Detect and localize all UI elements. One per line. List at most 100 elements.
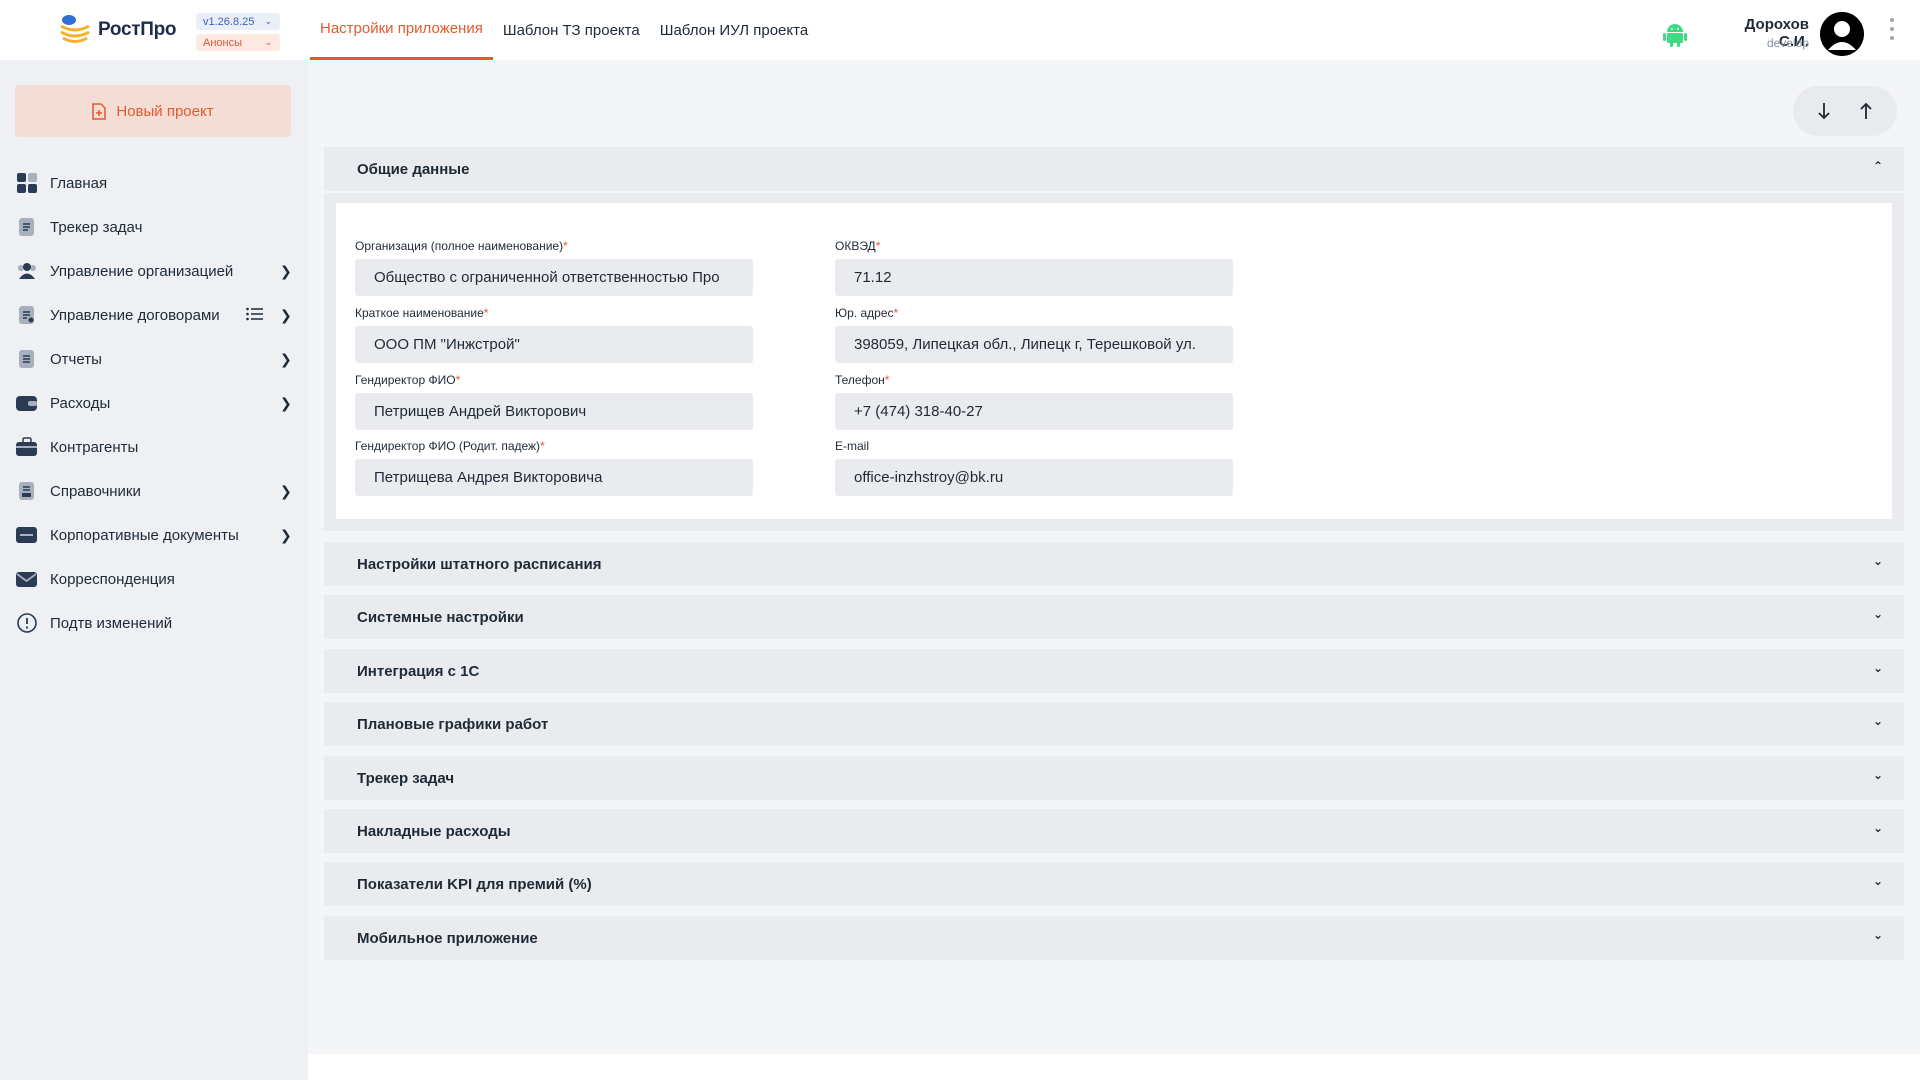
scroll-up-button[interactable]: [1848, 93, 1884, 129]
contract-icon: [16, 304, 38, 326]
chevron-down-icon: ⌄: [264, 37, 272, 47]
chevron-down-icon: ⌄: [1873, 714, 1884, 728]
announcements-label: Анонсы: [203, 36, 243, 49]
dashboard-icon: [16, 172, 38, 194]
top-header: РостПро v1.26.8.25 ⌄ Анонсы ⌄ Настройки …: [0, 0, 1920, 60]
user-role: develop: [1766, 36, 1809, 50]
sidebar-item-directories[interactable]: Справочники ❯: [0, 469, 308, 513]
list-icon[interactable]: [246, 307, 263, 326]
alert-icon: [16, 612, 38, 634]
sidebar-item-counterparties[interactable]: Контрагенты: [0, 425, 308, 469]
accordion-title: Общие данные: [357, 160, 470, 178]
sidebar-item-contracts[interactable]: Управление договорами ❯: [0, 293, 308, 337]
file-plus-icon: [92, 102, 107, 120]
accordion-overhead[interactable]: Накладные расходы ⌄: [324, 809, 1904, 853]
short-name-input[interactable]: [355, 326, 753, 363]
org-full-label: Организация (полное наименование)*: [355, 239, 568, 253]
accordion-title: Трекер задач: [357, 769, 455, 787]
report-icon: [16, 348, 38, 370]
announcements-selector[interactable]: Анонсы ⌄: [196, 34, 280, 51]
sidebar-nav: Главная Трекер задач Управление организа…: [0, 161, 308, 645]
sidebar-item-task-tracker[interactable]: Трекер задач: [0, 205, 308, 249]
sidebar-item-label: Управление договорами: [50, 306, 220, 324]
chevron-right-icon: ❯: [280, 263, 292, 279]
accordion-task-tracker[interactable]: Трекер задач ⌄: [324, 756, 1904, 800]
sidebar-item-label: Контрагенты: [50, 438, 139, 456]
app-logo[interactable]: РостПро: [58, 12, 177, 48]
more-menu-icon[interactable]: [1888, 18, 1896, 40]
logo-text: РостПро: [98, 19, 177, 40]
email-input[interactable]: [835, 459, 1233, 496]
wallet-icon: [16, 392, 38, 414]
chevron-up-icon: ⌃: [1873, 159, 1884, 173]
footer-strip: [308, 1054, 1920, 1080]
chevron-down-icon: ⌄: [1873, 607, 1884, 621]
sidebar-item-label: Трекер задач: [50, 218, 143, 236]
accordion-1c-integration[interactable]: Интеграция с 1С ⌄: [324, 649, 1904, 693]
accordion-title: Системные настройки: [357, 608, 524, 626]
accordion-title: Настройки штатного расписания: [357, 555, 602, 573]
sidebar-item-org-management[interactable]: Управление организацией ❯: [0, 249, 308, 293]
logo-icon: [58, 12, 92, 48]
chevron-right-icon: ❯: [280, 395, 292, 411]
version-label: v1.26.8.25: [203, 15, 255, 28]
chevron-down-icon: ⌄: [1873, 768, 1884, 782]
chevron-right-icon: ❯: [280, 307, 292, 323]
phone-label: Телефон*: [835, 373, 890, 387]
chevron-down-icon: ⌄: [1873, 928, 1884, 942]
org-full-input[interactable]: [355, 259, 753, 296]
accordion-staffing[interactable]: Настройки штатного расписания ⌄: [324, 542, 1904, 586]
sidebar-item-label: Подтв изменений: [50, 614, 173, 632]
sidebar-item-correspondence[interactable]: Корреспонденция: [0, 557, 308, 601]
version-box: v1.26.8.25 ⌄ Анонсы ⌄: [196, 13, 280, 51]
arrow-up-icon: [1860, 102, 1872, 119]
accordion-mobile-app[interactable]: Мобильное приложение ⌄: [324, 916, 1904, 960]
accordion-title: Интеграция с 1С: [357, 662, 480, 680]
briefcase-icon: [16, 436, 38, 458]
sidebar-item-label: Корпоративные документы: [50, 526, 239, 544]
new-project-button[interactable]: Новый проект: [15, 85, 291, 137]
sidebar: Новый проект Главная Трекер задач Управл…: [0, 60, 308, 1080]
accordion-title: Плановые графики работ: [357, 715, 549, 733]
tab-iul-template[interactable]: Шаблон ИУЛ проекта: [650, 0, 818, 60]
chevron-down-icon: ⌄: [1873, 554, 1884, 568]
book-icon: [16, 480, 38, 502]
sidebar-item-expenses[interactable]: Расходы ❯: [0, 381, 308, 425]
email-label: E-mail: [835, 439, 870, 453]
accordion-kpi[interactable]: Показатели KPI для премий (%) ⌄: [324, 862, 1904, 906]
chevron-right-icon: ❯: [280, 483, 292, 499]
okved-input[interactable]: [835, 259, 1233, 296]
accordion-title: Мобильное приложение: [357, 929, 538, 947]
accordion-general-panel: Организация (полное наименование)* ОКВЭД…: [324, 193, 1904, 531]
chevron-down-icon: ⌄: [1873, 661, 1884, 675]
accordion-system-settings[interactable]: Системные настройки ⌄: [324, 595, 1904, 639]
ceo-genitive-input[interactable]: [355, 459, 753, 496]
sidebar-item-corporate-docs[interactable]: Корпоративные документы ❯: [0, 513, 308, 557]
scroll-down-button[interactable]: [1806, 93, 1842, 129]
accordion-work-schedules[interactable]: Плановые графики работ ⌄: [324, 702, 1904, 746]
users-icon: [16, 260, 38, 282]
sidebar-item-reports[interactable]: Отчеты ❯: [0, 337, 308, 381]
sidebar-item-change-confirmation[interactable]: Подтв изменений: [0, 601, 308, 645]
general-form: Организация (полное наименование)* ОКВЭД…: [336, 203, 1892, 519]
ceo-label: Гендиректор ФИО*: [355, 373, 461, 387]
sidebar-item-label: Отчеты: [50, 350, 102, 368]
sidebar-item-label: Расходы: [50, 394, 111, 412]
phone-input[interactable]: [835, 393, 1233, 430]
tab-tz-template[interactable]: Шаблон ТЗ проекта: [493, 0, 650, 60]
new-project-label: Новый проект: [116, 102, 214, 120]
avatar[interactable]: [1820, 12, 1864, 56]
tab-app-settings[interactable]: Настройки приложения: [310, 0, 493, 60]
sidebar-item-label: Корреспонденция: [50, 570, 175, 588]
version-selector[interactable]: v1.26.8.25 ⌄: [196, 13, 280, 30]
legal-address-label: Юр. адрес*: [835, 306, 899, 320]
chevron-down-icon: ⌄: [1873, 821, 1884, 835]
ceo-input[interactable]: [355, 393, 753, 430]
legal-address-input[interactable]: [835, 326, 1233, 363]
accordion-general-header[interactable]: Общие данные ⌃: [324, 147, 1904, 191]
accordion-title: Показатели KPI для премий (%): [357, 875, 592, 893]
folder-icon: [16, 524, 38, 546]
scroll-controls: [1793, 86, 1897, 136]
sidebar-item-home[interactable]: Главная: [0, 161, 308, 205]
android-icon[interactable]: [1661, 20, 1689, 48]
